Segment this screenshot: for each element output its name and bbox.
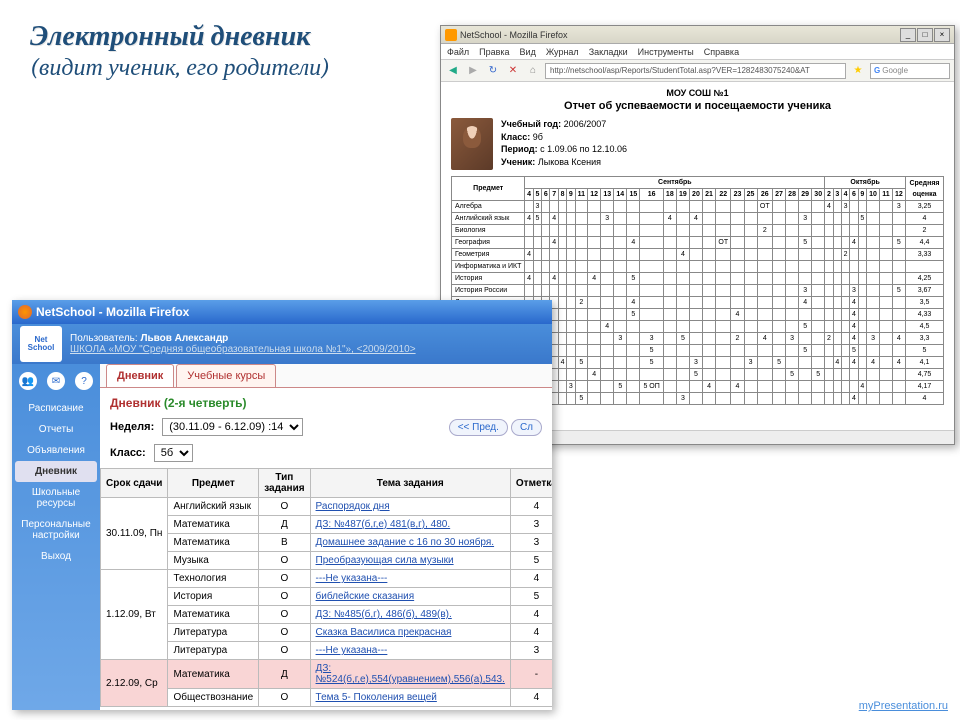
assignment-link[interactable]: ---Не указана--- [316,573,388,584]
assignment-link[interactable]: библейские сказания [316,591,415,602]
reload-icon[interactable]: ↻ [485,63,501,79]
quarter-label: (2-я четверть) [164,396,247,410]
assignment-link[interactable]: Тема 5- Поколения вещей [316,692,437,703]
menu-edit[interactable]: Правка [479,47,509,57]
url-bar[interactable]: http://netschool/asp/Reports/StudentTota… [545,63,846,79]
menu-help[interactable]: Справка [704,47,739,57]
maximize-button[interactable]: □ [917,28,933,42]
sidebar-item-5[interactable]: Персональные настройки [12,514,100,546]
assignment-link[interactable]: ДЗ: №524(б,г,е),554(уравнением),556(а),5… [316,663,505,685]
minimize-button[interactable]: _ [900,28,916,42]
home-icon[interactable]: ⌂ [525,63,541,79]
report-school: МОУ СОШ №1 [451,88,944,98]
mypresentation-link[interactable]: myPresentation.ru [859,700,948,712]
assignment-link[interactable]: Домашнее задание с 16 по 30 ноября. [316,537,495,548]
assignment-link[interactable]: ---Не указана--- [316,645,388,656]
report-titlebar: NetSchool - Mozilla Firefox _ □ × [441,26,954,44]
page-title-line1: Электронный дневник [30,20,330,53]
netschool-logo: NetSchool [20,326,62,362]
assignments-table: Срок сдачиПредметТип заданияТема задания… [100,468,552,707]
menu-bookmarks[interactable]: Закладки [589,47,628,57]
sidebar-item-1[interactable]: Отчеты [12,419,100,440]
sidebar-item-0[interactable]: Расписание [12,398,100,419]
assignment-link[interactable]: Сказка Василиса прекрасная [316,627,452,638]
week-label: Неделя: [110,421,154,433]
menu-history[interactable]: Журнал [546,47,579,57]
section-heading: Дневник [110,396,160,410]
assignment-link[interactable]: Распорядок дня [316,501,390,512]
student-info: Учебный год: 2006/2007 Класс: 9б Период:… [501,118,627,170]
assignment-link[interactable]: Преобразующая сила музыки [316,555,454,566]
report-menubar: Файл Правка Вид Журнал Закладки Инструме… [441,44,954,60]
sidebar-item-6[interactable]: Выход [12,546,100,567]
tab-courses[interactable]: Учебные курсы [176,364,276,387]
report-toolbar: ◀ ▶ ↻ ✕ ⌂ http://netschool/asp/Reports/S… [441,60,954,82]
help-icon[interactable]: ? [75,372,93,390]
stop-icon[interactable]: ✕ [505,63,521,79]
people-icon[interactable]: 👥 [19,372,37,390]
search-box[interactable]: GGoogle [870,63,950,79]
mail-icon[interactable]: ✉ [47,372,65,390]
back-icon[interactable]: ◀ [445,63,461,79]
user-name: Львов Александр [140,333,228,344]
prev-button[interactable]: << Пред. [449,419,508,436]
assignment-link[interactable]: ДЗ: №485(б,г), 486(б), 489(в). [316,609,452,620]
menu-view[interactable]: Вид [520,47,536,57]
diary-titlebar: NetSchool - Mozilla Firefox [12,300,552,324]
menu-tools[interactable]: Инструменты [638,47,694,57]
user-label: Пользователь: [70,333,140,344]
assignment-link[interactable]: ДЗ: №487(б,г,е) 481(в,г), 480. [316,519,451,530]
sidebar-item-4[interactable]: Школьные ресурсы [12,482,100,514]
diary-branding: NetSchool Пользователь: Львов Александр … [12,324,552,364]
firefox-icon [445,29,457,41]
diary-tabs: Дневник Учебные курсы [100,364,552,388]
tab-diary[interactable]: Дневник [106,364,174,387]
close-button[interactable]: × [934,28,950,42]
star-icon[interactable]: ★ [850,63,866,79]
diary-window-title: NetSchool - Mozilla Firefox [36,305,189,319]
diary-sidebar: 👥 ✉ ? РасписаниеОтчетыОбъявленияДневникШ… [12,364,100,710]
report-window-title: NetSchool - Mozilla Firefox [460,30,897,40]
student-photo [451,118,493,170]
diary-window: NetSchool - Mozilla Firefox NetSchool По… [12,300,552,710]
page-title-line2: (видит ученик, его родители) [30,53,330,82]
firefox-icon [18,305,32,319]
class-select[interactable]: 5б [154,444,193,462]
week-select[interactable]: (30.11.09 - 6.12.09) :14 [162,418,303,436]
report-heading: Отчет об успеваемости и посещаемости уче… [451,100,944,112]
watermark: myPresentation.ru [859,700,948,712]
menu-file[interactable]: Файл [447,47,469,57]
class-label: Класс: [110,447,146,459]
next-button[interactable]: Сл [511,419,542,436]
sidebar-item-2[interactable]: Объявления [12,440,100,461]
forward-icon[interactable]: ▶ [465,63,481,79]
sidebar-item-3[interactable]: Дневник [15,461,97,482]
school-link[interactable]: ШКОЛА «МОУ "Средняя общеобразовательная … [70,344,416,355]
